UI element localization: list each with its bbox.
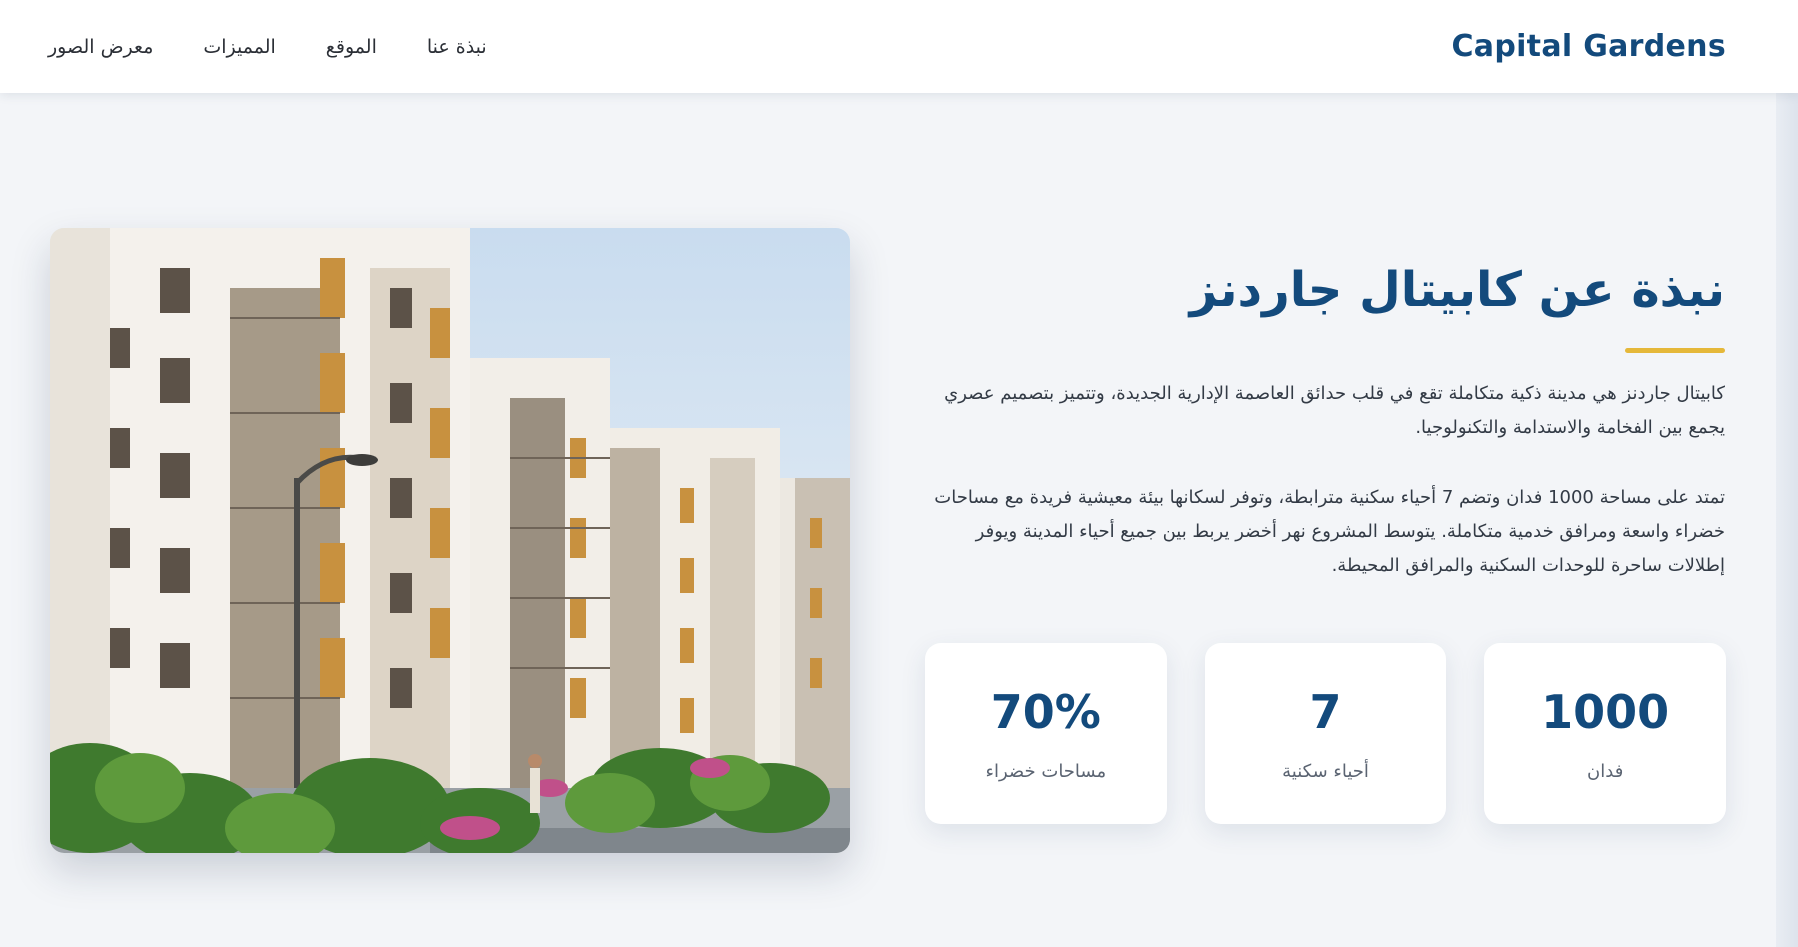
building-photo <box>50 228 850 853</box>
stat-card-districts: 7 أحياء سكنية <box>1204 643 1447 824</box>
stat-card-area: 1000 فدان <box>1484 643 1726 824</box>
site-header: نبذة عنا الموقع المميزات معرض الصور Capi… <box>0 0 1798 93</box>
title-underline <box>1625 347 1725 353</box>
stat-label: فدان <box>1587 761 1624 782</box>
about-paragraph-1: كابيتال جاردنز هي مدينة ذكية متكاملة تقع… <box>944 382 1725 438</box>
stat-value: 1000 <box>1541 685 1670 739</box>
main-nav: نبذة عنا الموقع المميزات معرض الصور <box>48 36 487 58</box>
nav-link-gallery[interactable]: معرض الصور <box>48 36 153 58</box>
nav-link-about[interactable]: نبذة عنا <box>427 36 487 58</box>
stat-value: 7 <box>1309 685 1342 739</box>
stat-label: أحياء سكنية <box>1282 761 1369 782</box>
stat-value: 70% <box>990 685 1101 739</box>
nav-link-location[interactable]: الموقع <box>326 36 377 58</box>
brand-logo[interactable]: Capital Gardens <box>1451 29 1726 64</box>
page-edge <box>1776 93 1798 947</box>
stat-card-green: 70% مساحات خضراء <box>924 643 1167 824</box>
about-section: نبذة عن كابيتال جاردنز كابيتال جاردنز هي… <box>930 262 1725 583</box>
nav-link-features[interactable]: المميزات <box>203 36 275 58</box>
about-paragraph-2: تمتد على مساحة 1000 فدان وتضم 7 أحياء سك… <box>934 486 1725 576</box>
stats-row: 1000 فدان 7 أحياء سكنية 70% مساحات خضراء <box>924 643 1726 824</box>
stat-label: مساحات خضراء <box>985 761 1107 782</box>
about-title: نبذة عن كابيتال جاردنز <box>1189 262 1725 318</box>
